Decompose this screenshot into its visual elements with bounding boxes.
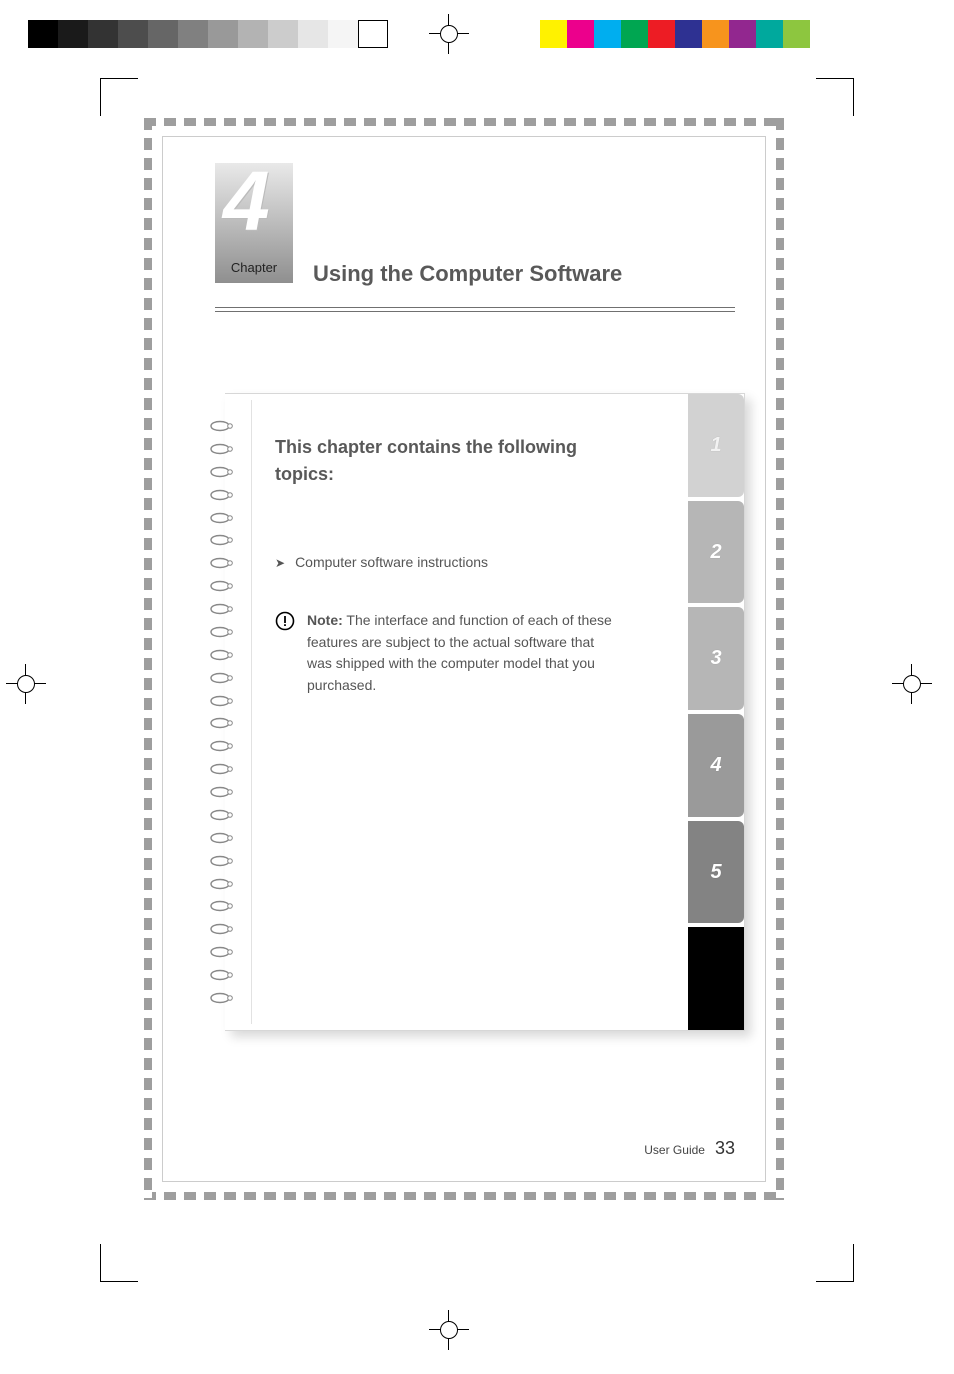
crop-mark-icon xyxy=(100,78,138,116)
note-body: The interface and function of each of th… xyxy=(307,612,612,693)
note-block: Note: The interface and function of each… xyxy=(275,610,614,697)
crop-mark-icon xyxy=(816,78,854,116)
registration-mark-icon xyxy=(429,1310,469,1350)
note-text: Note: The interface and function of each… xyxy=(307,610,614,697)
registration-mark-icon xyxy=(429,14,469,54)
tab-3[interactable]: 3 xyxy=(688,607,744,710)
divider xyxy=(215,311,735,312)
registration-mark-icon xyxy=(892,664,932,704)
bullet-item: ➤ Computer software instructions xyxy=(275,554,614,570)
crop-mark-icon xyxy=(816,1244,854,1282)
tab-strip: 1 2 3 4 5 xyxy=(688,394,744,1030)
notebook-card: This chapter contains the following topi… xyxy=(225,393,745,1031)
tab-5[interactable]: 5 xyxy=(688,821,744,924)
footer-label: User Guide xyxy=(644,1143,705,1157)
chapter-block: 4 Chapter xyxy=(215,163,293,283)
page-number: 33 xyxy=(715,1138,735,1159)
page-footer: User Guide 33 xyxy=(644,1138,735,1159)
bullet-glyph-icon: ➤ xyxy=(275,556,285,570)
page-frame: 4 Chapter Using the Computer Software Th… xyxy=(144,118,784,1200)
note-label: Note: xyxy=(307,612,343,628)
attention-icon xyxy=(275,611,295,631)
inner-page: 4 Chapter Using the Computer Software Th… xyxy=(162,136,766,1182)
spiral-binding-icon xyxy=(209,418,233,1006)
tab-4[interactable]: 4 xyxy=(688,714,744,817)
bullet-text: Computer software instructions xyxy=(295,554,488,570)
tab-1[interactable]: 1 xyxy=(688,394,744,497)
chapter-number: 4 xyxy=(223,153,266,250)
chapter-label: Chapter xyxy=(231,260,277,275)
tab-2[interactable]: 2 xyxy=(688,501,744,604)
tab-6[interactable] xyxy=(688,927,744,1030)
notebook-heading: This chapter contains the following topi… xyxy=(275,434,614,488)
chapter-title: Using the Computer Software xyxy=(313,261,622,287)
divider xyxy=(215,307,735,308)
crop-mark-icon xyxy=(100,1244,138,1282)
registration-mark-icon xyxy=(6,664,46,704)
calibration-bar xyxy=(0,20,954,48)
